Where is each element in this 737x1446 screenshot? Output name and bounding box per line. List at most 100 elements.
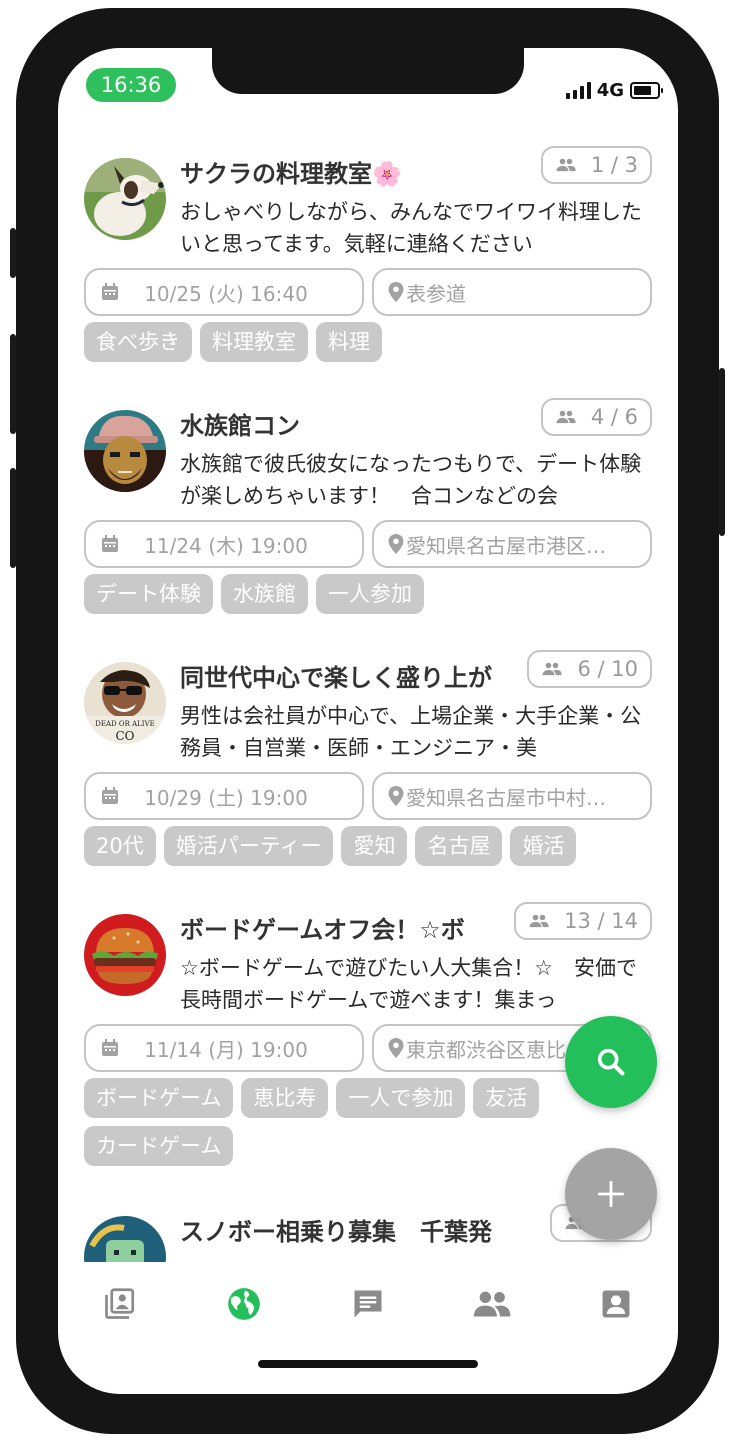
event-avatar: [84, 914, 166, 996]
calendar-icon: [102, 283, 118, 300]
search-icon: [597, 1048, 625, 1076]
tab-album[interactable]: [96, 1280, 144, 1328]
chat-icon: [354, 1290, 382, 1318]
svg-text:DEAD OR ALIVE: DEAD OR ALIVE: [95, 720, 154, 728]
svg-text:CO: CO: [115, 729, 134, 743]
tag[interactable]: 料理教室: [200, 322, 308, 362]
power-button: [719, 368, 725, 536]
calendar-icon: [102, 535, 118, 552]
tag[interactable]: 婚活パーティー: [163, 826, 334, 866]
tag[interactable]: 水族館: [221, 574, 308, 614]
event-card[interactable]: 水族館コン 4 / 6 水族館で彼氏彼女になったつもりで、デート体験が楽しめちゃ…: [58, 396, 678, 648]
tag[interactable]: 食べ歩き: [84, 322, 192, 362]
participant-count: 6 / 10: [527, 650, 652, 688]
profile-icon: [602, 1290, 630, 1318]
event-date-text: 10/25 (火) 16:40: [144, 281, 308, 306]
app-screen: 16:36 4G サクラの料理教室🌸 1 / 3 おしゃべりしながら、みんなでワ…: [58, 48, 678, 1394]
event-date-text: 11/14 (月) 19:00: [144, 1037, 308, 1062]
participant-count-text: 13 / 14: [564, 909, 638, 933]
event-location: 表参道: [372, 268, 652, 316]
event-date: 10/25 (火) 16:40: [84, 268, 364, 316]
event-title: ボードゲームオフ会！☆ボ: [180, 916, 465, 944]
event-location-text: 表参道: [406, 281, 466, 306]
signal-icon: [565, 81, 591, 99]
event-title: サクラの料理教室🌸: [180, 160, 402, 188]
event-avatar: [84, 1216, 166, 1262]
tag[interactable]: 婚活: [510, 826, 577, 866]
event-title: 水族館コン: [180, 412, 300, 440]
calendar-icon: [102, 787, 118, 804]
event-location: 愛知県名古屋市中村…: [372, 772, 652, 820]
event-description: 水族館で彼氏彼女になったつもりで、デート体験が楽しめちゃいます！ 合コンなどの会: [180, 452, 642, 508]
people-icon: [529, 914, 549, 928]
volume-down-button: [10, 468, 16, 568]
tag-list: 食べ歩き 料理教室 料理: [84, 322, 644, 362]
event-avatar: DEAD OR ALIVE CO: [84, 662, 166, 744]
tag[interactable]: 恵比寿: [241, 1078, 329, 1118]
tag-list: デート体験 水族館 一人参加: [84, 574, 644, 614]
event-location: 愛知県名古屋市港区…: [372, 520, 652, 568]
home-indicator: [258, 1360, 478, 1368]
globe-icon: [228, 1288, 260, 1320]
event-date-text: 11/24 (木) 19:00: [144, 533, 308, 558]
tag[interactable]: 愛知: [341, 826, 408, 866]
status-time: 16:36: [86, 68, 176, 102]
mute-switch: [10, 228, 16, 278]
add-event-button[interactable]: [565, 1148, 657, 1240]
event-date: 11/14 (月) 19:00: [84, 1024, 364, 1072]
event-location-text: 愛知県名古屋市中村…: [406, 785, 606, 810]
notch: [212, 48, 524, 94]
participant-count: 4 / 6: [540, 398, 652, 436]
event-date: 10/29 (土) 19:00: [84, 772, 364, 820]
participant-count-text: 1 / 3: [590, 153, 638, 177]
battery-icon: [630, 81, 663, 99]
event-card[interactable]: サクラの料理教室🌸 1 / 3 おしゃべりしながら、みんなでワイワイ料理したいと…: [58, 144, 678, 396]
people-icon: [556, 410, 576, 424]
tag-list: ボードゲーム 恵比寿 一人で参加 友活 カードゲーム: [84, 1078, 584, 1166]
event-description: 男性は会社員が中心で、上場企業・大手企業・公務員・自営業・医師・エンジニア・美: [180, 704, 642, 760]
tag[interactable]: カードゲーム: [84, 1126, 234, 1166]
event-location-text: 東京都渋谷区恵比: [406, 1037, 566, 1062]
tag-list: 20代 婚活パーティー 愛知 名古屋 婚活: [84, 826, 644, 866]
participant-count-text: 4 / 6: [590, 405, 638, 429]
tag[interactable]: 料理: [316, 322, 382, 362]
location-pin-icon: [388, 1038, 404, 1058]
event-avatar: [84, 410, 166, 492]
tag[interactable]: 20代: [84, 826, 156, 866]
event-date: 11/24 (木) 19:00: [84, 520, 364, 568]
tag[interactable]: 名古屋: [415, 826, 503, 866]
event-title: 同世代中心で楽しく盛り上が: [180, 664, 492, 692]
album-icon: [105, 1288, 135, 1319]
event-description: おしゃべりしながら、みんなでワイワイ料理したいと思ってます。気軽に連絡ください: [180, 200, 642, 256]
tab-friends[interactable]: [468, 1280, 516, 1328]
event-location-text: 愛知県名古屋市港区…: [406, 533, 606, 558]
people-icon: [473, 1291, 511, 1317]
tag[interactable]: 一人参加: [316, 574, 424, 614]
participant-count: 13 / 14: [514, 902, 652, 940]
people-icon: [556, 158, 576, 172]
event-card[interactable]: DEAD OR ALIVE CO 同世代中心で楽しく盛り上が 6 / 10 男性…: [58, 648, 678, 900]
volume-up-button: [10, 334, 16, 434]
people-icon: [542, 662, 563, 676]
search-button[interactable]: [565, 1016, 657, 1108]
tab-messages[interactable]: [344, 1280, 392, 1328]
location-pin-icon: [388, 282, 404, 302]
participant-count: 1 / 3: [540, 146, 652, 184]
tab-bar: [58, 1280, 678, 1352]
tab-profile[interactable]: [592, 1280, 640, 1328]
tag[interactable]: デート体験: [84, 574, 213, 614]
tag[interactable]: 一人で参加: [336, 1078, 466, 1118]
network-label: 4G: [596, 79, 624, 101]
tag[interactable]: ボードゲーム: [84, 1078, 234, 1118]
status-indicators: 4G: [565, 78, 663, 102]
location-pin-icon: [388, 786, 404, 806]
event-date-text: 10/29 (土) 19:00: [144, 785, 308, 810]
plus-icon: [597, 1180, 625, 1208]
location-pin-icon: [388, 534, 404, 554]
event-avatar: [84, 158, 166, 240]
tag[interactable]: 友活: [473, 1078, 540, 1118]
calendar-icon: [102, 1039, 118, 1056]
event-description: ☆ボードゲームで遊びたい人大集合！☆ 安価で長時間ボードゲームで遊べます！集まっ: [180, 956, 638, 1012]
participant-count-text: 6 / 10: [577, 657, 638, 681]
tab-explore[interactable]: [220, 1280, 268, 1328]
